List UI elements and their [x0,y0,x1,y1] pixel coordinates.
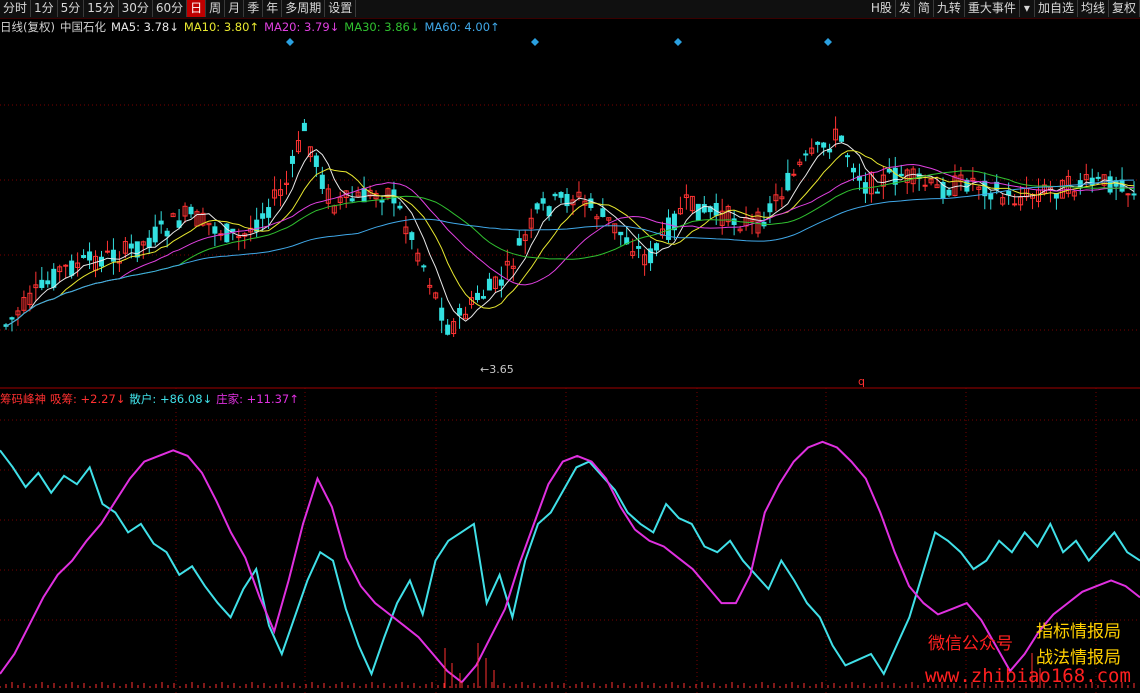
candle-down [767,203,773,213]
candle-down [152,226,158,243]
candle-down [671,213,677,231]
candle-down [98,256,104,267]
candle-down [540,198,546,204]
candle-down [445,324,451,335]
candle-down [146,237,152,248]
candle-down [850,167,856,173]
candle-down [361,187,367,203]
candle-down [45,280,51,285]
brand-watermark-1: 指标情报局 [1036,622,1121,642]
candle-down [1053,193,1059,199]
stock-chart[interactable] [0,0,1140,693]
candle-down [260,213,266,219]
candle-down [397,205,403,209]
candle-down [212,226,218,234]
candle-down [654,243,660,251]
url-watermark: www.zhibiao168.com [925,665,1131,687]
candle-down [164,230,170,237]
candle-down [516,238,522,246]
candle-down [349,198,355,202]
candle-down [81,255,87,258]
ma30-line [5,170,1135,327]
candle-down [128,243,134,249]
ma60-line [5,179,1134,327]
candle-down [379,200,385,203]
candle-down [713,202,719,216]
candle-down [1107,176,1113,193]
candle-down [457,308,463,316]
diamond-marker-3 [824,38,832,46]
candle-down [421,265,427,268]
diamond-marker-1 [531,38,539,46]
candle-down [51,268,57,288]
candle-down [39,279,45,288]
candle-down [301,122,307,132]
candle-down [898,173,904,177]
candle-down [701,204,707,213]
candle-up [104,250,110,253]
candle-down [439,307,445,321]
candle-down [988,192,994,200]
candle-down [289,155,295,164]
candle-down [558,192,564,198]
candle-down [600,208,606,217]
candle-down [158,220,164,225]
candle-down [188,206,194,215]
candle-down [552,193,558,197]
candle-down [731,218,737,225]
candle-down [498,279,504,286]
candle-down [839,135,845,142]
q-marker: q [858,375,865,388]
candle-down [134,241,140,258]
candle-down [254,219,260,232]
ma5-line [5,142,1135,327]
candle-down [9,317,15,320]
candle-down [409,232,415,240]
candle-up [922,184,928,187]
candle-down [486,278,492,291]
candle-down [946,189,952,196]
candle-down [636,246,642,249]
candle-down [1131,193,1137,196]
candle-down [874,191,880,194]
candle-down [69,260,75,276]
candle-down [474,292,480,301]
candle-down [845,155,851,158]
candle-down [319,174,325,189]
candle-down [534,203,540,210]
candle-down [618,231,624,236]
candle-down [224,223,230,243]
diamond-marker-0 [286,38,294,46]
diamond-marker-2 [674,38,682,46]
candle-up [1012,203,1018,206]
candle-down [480,296,486,299]
candle-down [892,167,898,185]
candle-down [87,251,93,261]
candle-down [695,203,701,221]
candle-down [313,155,319,167]
candle-down [821,142,827,148]
wechat-watermark: 微信公众号 [928,634,1013,654]
candle-down [815,141,821,145]
candle-up [63,264,69,267]
candle-down [785,172,791,191]
candle-down [1095,176,1101,179]
candle-down [110,249,116,262]
candle-down [803,153,809,156]
low-price-label: ←3.65 [480,363,514,376]
candle-down [266,207,272,218]
candle-up [791,173,797,176]
candle-up [1125,193,1131,196]
ma10-line [5,150,1135,327]
